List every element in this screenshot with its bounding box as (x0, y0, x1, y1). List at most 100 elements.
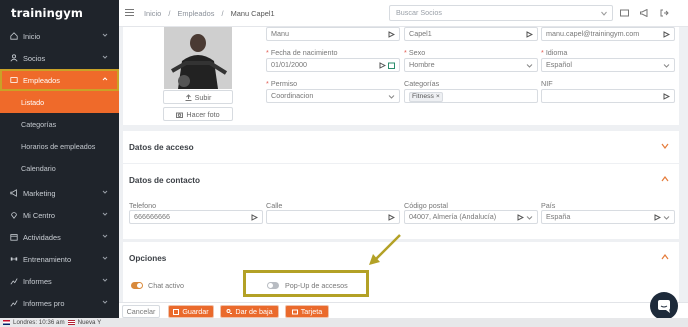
unsubscribe-button[interactable]: Dar de baja (220, 305, 279, 318)
phone-value: 666666666 (134, 212, 170, 221)
sidebar-item-actividades[interactable]: Actividades (0, 226, 119, 248)
search-placeholder: Buscar Socios (396, 8, 442, 17)
birthdate-label: * Fecha de nacimiento (266, 48, 338, 57)
topbar: Inicio / Empleados / Manu Capel1 Buscar … (119, 0, 688, 27)
send-icon (663, 31, 670, 38)
birthdate-label-text: Fecha de nacimiento (270, 48, 338, 57)
phone-field[interactable]: 666666666 (129, 210, 263, 224)
sidebar-subitem-horarios[interactable]: Horarios de empleados (0, 135, 119, 157)
sidebar-item-inicio[interactable]: Inicio (0, 25, 119, 47)
sidebar-item-label: Informes (23, 276, 52, 286)
breadcrumb-empleados[interactable]: Empleados (177, 9, 214, 18)
employee-photo (164, 27, 232, 89)
take-photo-button[interactable]: Hacer foto (163, 107, 233, 121)
language-label: * Idioma (541, 48, 568, 57)
first-name-field[interactable]: Manu (266, 27, 400, 41)
profile-card: Subir Hacer foto Manu Capel1 manu.capel@… (123, 27, 679, 125)
remove-tag-icon[interactable]: × (436, 93, 440, 100)
zip-select[interactable]: 04007, Almería (Andalucía) (404, 210, 538, 224)
sidebar-item-label: Empleados (23, 75, 60, 85)
chevron-down-icon (661, 143, 669, 149)
email-field[interactable]: manu.capel@trainingym.com (541, 27, 675, 41)
zip-label: Código postal (404, 201, 448, 210)
sidebar-item-label: Socios (23, 53, 46, 63)
access-title: Datos de acceso (129, 142, 194, 152)
options-title: Opciones (129, 253, 167, 263)
chevron-down-icon (102, 33, 108, 37)
save-button[interactable]: Guardar (168, 305, 214, 318)
street-field[interactable] (266, 210, 400, 224)
upload-icon (185, 93, 192, 101)
action-bar: Cancelar Guardar Dar de baja Tarjeta (119, 302, 688, 318)
sidebar-item-socios[interactable]: Socios (0, 47, 119, 69)
sidebar-item-mi-centro[interactable]: Mi Centro (0, 204, 119, 226)
chevron-down-icon (102, 300, 108, 304)
dumbbell-icon (9, 255, 18, 264)
category-tag-label: Fitness (412, 93, 434, 100)
megaphone-icon[interactable] (640, 9, 649, 17)
chart-icon (9, 299, 18, 308)
breadcrumb: Inicio / Empleados / Manu Capel1 (144, 9, 280, 18)
sidebar-subitem-calendario[interactable]: Calendario (0, 157, 119, 179)
country-select[interactable]: España (541, 210, 675, 224)
sex-select[interactable]: Hombre (404, 58, 538, 72)
chart-icon (9, 277, 18, 286)
access-header[interactable]: Datos de acceso (123, 131, 679, 163)
brand-logo: trainingym (11, 5, 83, 20)
last-name-field[interactable]: Capel1 (404, 27, 538, 41)
country-value: España (546, 212, 571, 221)
clock-newyork: Nueva Y (77, 319, 102, 326)
upload-photo-button[interactable]: Subir (163, 90, 233, 104)
street-label: Calle (266, 201, 283, 210)
os-taskbar: Londres: 10:36 am Nueva Y (0, 318, 688, 327)
send-icon (654, 214, 661, 221)
sidebar-subitem-categorias[interactable]: Categorías (0, 113, 119, 135)
sidebar-item-informes-pro[interactable]: Informes pro (0, 292, 119, 314)
card-reader-icon[interactable] (620, 9, 629, 17)
sidebar-item-label: Informes pro (23, 298, 65, 308)
permission-select[interactable]: Coordinacion (266, 89, 400, 103)
logout-icon[interactable] (660, 9, 669, 17)
search-input[interactable]: Buscar Socios (389, 5, 613, 21)
sidebar-item-marketing[interactable]: Marketing (0, 182, 119, 204)
language-select[interactable]: Español (541, 58, 675, 72)
send-icon (526, 31, 533, 38)
send-icon (379, 62, 386, 69)
save-label: Guardar (182, 307, 209, 316)
sidebar-subitem-listado[interactable]: Listado (0, 91, 119, 113)
permission-value: Coordinacion (271, 91, 314, 100)
card-button[interactable]: Tarjeta (285, 305, 329, 318)
sidebar-item-empleados[interactable]: Empleados (0, 69, 119, 91)
contact-header[interactable]: Datos de contacto (123, 164, 679, 196)
categories-field[interactable]: Fitness × (404, 89, 538, 103)
sidebar-item-entrenamiento[interactable]: Entrenamiento (0, 248, 119, 270)
chat-icon (658, 300, 670, 313)
us-flag-icon (67, 320, 75, 325)
chevron-down-icon (526, 64, 533, 68)
send-icon (388, 214, 395, 221)
cancel-button[interactable]: Cancelar (122, 305, 160, 318)
sidebar-item-label: Inicio (23, 31, 41, 41)
calendar-icon (9, 233, 18, 242)
chat-widget-button[interactable] (650, 292, 678, 320)
sidebar-item-label: Actividades (23, 232, 61, 242)
card-label: Tarjeta (300, 307, 323, 316)
chevron-down-icon (601, 11, 607, 16)
contact-card: Datos de contacto Telefono 666666666 Cal… (123, 164, 679, 239)
popup-access-label: Pop-Up de accesos (285, 281, 348, 290)
sidebar-item-informes[interactable]: Informes (0, 270, 119, 292)
chevron-up-icon (102, 77, 108, 81)
menu-icon[interactable] (125, 9, 134, 16)
send-icon (251, 214, 258, 221)
chat-active-toggle[interactable] (131, 282, 143, 289)
category-tag[interactable]: Fitness × (409, 92, 443, 102)
camera-icon (176, 112, 184, 118)
sidebar-item-label: Mi Centro (23, 210, 56, 220)
access-card: Datos de acceso (123, 131, 679, 163)
calendar-icon[interactable] (388, 62, 395, 69)
popup-access-toggle[interactable] (267, 282, 279, 289)
nif-field[interactable] (541, 89, 675, 103)
breadcrumb-inicio[interactable]: Inicio (144, 9, 161, 18)
birthdate-field[interactable]: 01/01/2000 (266, 58, 400, 72)
chevron-down-icon (663, 216, 670, 220)
